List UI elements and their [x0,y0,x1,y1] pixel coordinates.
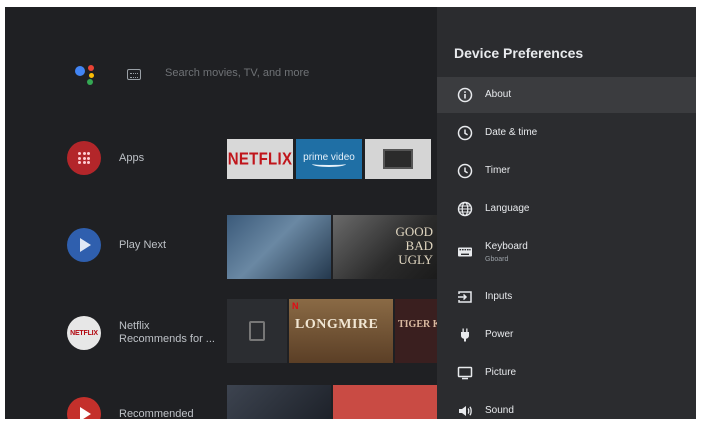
apps-grid-icon [67,141,101,175]
netflix-row-tile[interactable] [227,299,287,363]
power-plug-icon [457,327,473,343]
menu-label: Power [485,329,514,340]
menu-item-about[interactable]: About [437,77,696,113]
row-label: Netflix Recommends for ... [119,320,215,345]
row-recommended[interactable]: Recommended [67,397,227,419]
netflix-icon: NETFLIX [67,316,101,350]
menu-label: About [485,89,512,100]
play-next-tile[interactable]: GOOD BAD UGLY [333,215,437,279]
row-apps[interactable]: Apps [67,141,227,175]
keyboard-icon [457,244,473,260]
menu-label: Sound [485,405,514,416]
netflix-badge: N [292,301,299,311]
prime-video-app-tile[interactable]: prime video [296,139,362,179]
tv-icon [383,149,413,169]
google-assistant-icon[interactable] [73,62,99,88]
search-input[interactable]: Search movies, TV, and more [165,67,309,79]
recommended-tile[interactable] [227,385,331,419]
menu-item-power[interactable]: Power [437,317,696,353]
netflix-row-tile[interactable]: TIGER KIN [395,299,437,363]
row-netflix-recommends[interactable]: NETFLIX Netflix Recommends for ... [67,316,227,350]
menu-item-inputs[interactable]: Inputs [437,279,696,315]
menu-label: Inputs [485,291,513,302]
row-play-next[interactable]: Play Next [67,228,227,262]
globe-icon [457,201,473,217]
info-icon [457,87,473,103]
speaker-icon [457,403,473,419]
youtube-icon [67,397,101,419]
menu-item-sound[interactable]: Sound [437,393,696,419]
tile-title: LONGMIRE [295,317,379,332]
prime-smile-icon [312,161,346,167]
netflix-row-tile[interactable]: N LONGMIRE [289,299,393,363]
panel-title: Device Preferences [454,45,584,61]
content-icon [249,321,265,341]
tile-title: TIGER KIN [398,319,437,330]
timer-icon [457,163,473,179]
monitor-icon [457,365,473,381]
clock-icon [457,125,473,141]
netflix-logo: NETFLIX [227,149,293,169]
recommended-tile[interactable] [333,385,437,419]
menu-label: Keyboard [485,240,528,252]
menu-label: Picture [485,367,517,378]
menu-item-date-time[interactable]: Date & time [437,115,696,151]
keyboard-search-icon[interactable] [127,69,141,80]
home-screen: Search movies, TV, and more Apps NETFLIX… [5,7,437,419]
row-label: Apps [119,151,145,164]
menu-item-keyboard[interactable]: Keyboard Gboard [437,232,696,272]
menu-label: Language [485,203,530,214]
netflix-app-tile[interactable]: NETFLIX [227,139,293,179]
menu-item-picture[interactable]: Picture [437,355,696,391]
play-next-tile[interactable] [227,215,331,279]
device-preferences-panel: Device Preferences About Date & time Tim… [437,7,696,419]
play-icon [67,228,101,262]
menu-item-language[interactable]: Language [437,191,696,227]
menu-label: Date & time [485,127,538,138]
row-label: Play Next [119,238,167,251]
tv-screen: Search movies, TV, and more Apps NETFLIX… [5,7,696,419]
menu-sublabel: Gboard [485,255,509,263]
input-icon [457,289,473,305]
menu-item-timer[interactable]: Timer [437,153,696,189]
live-tv-app-tile[interactable] [365,139,431,179]
movie-title-art: GOOD BAD UGLY [395,224,433,267]
row-label: Recommended [119,407,194,420]
menu-label: Timer [485,165,511,176]
